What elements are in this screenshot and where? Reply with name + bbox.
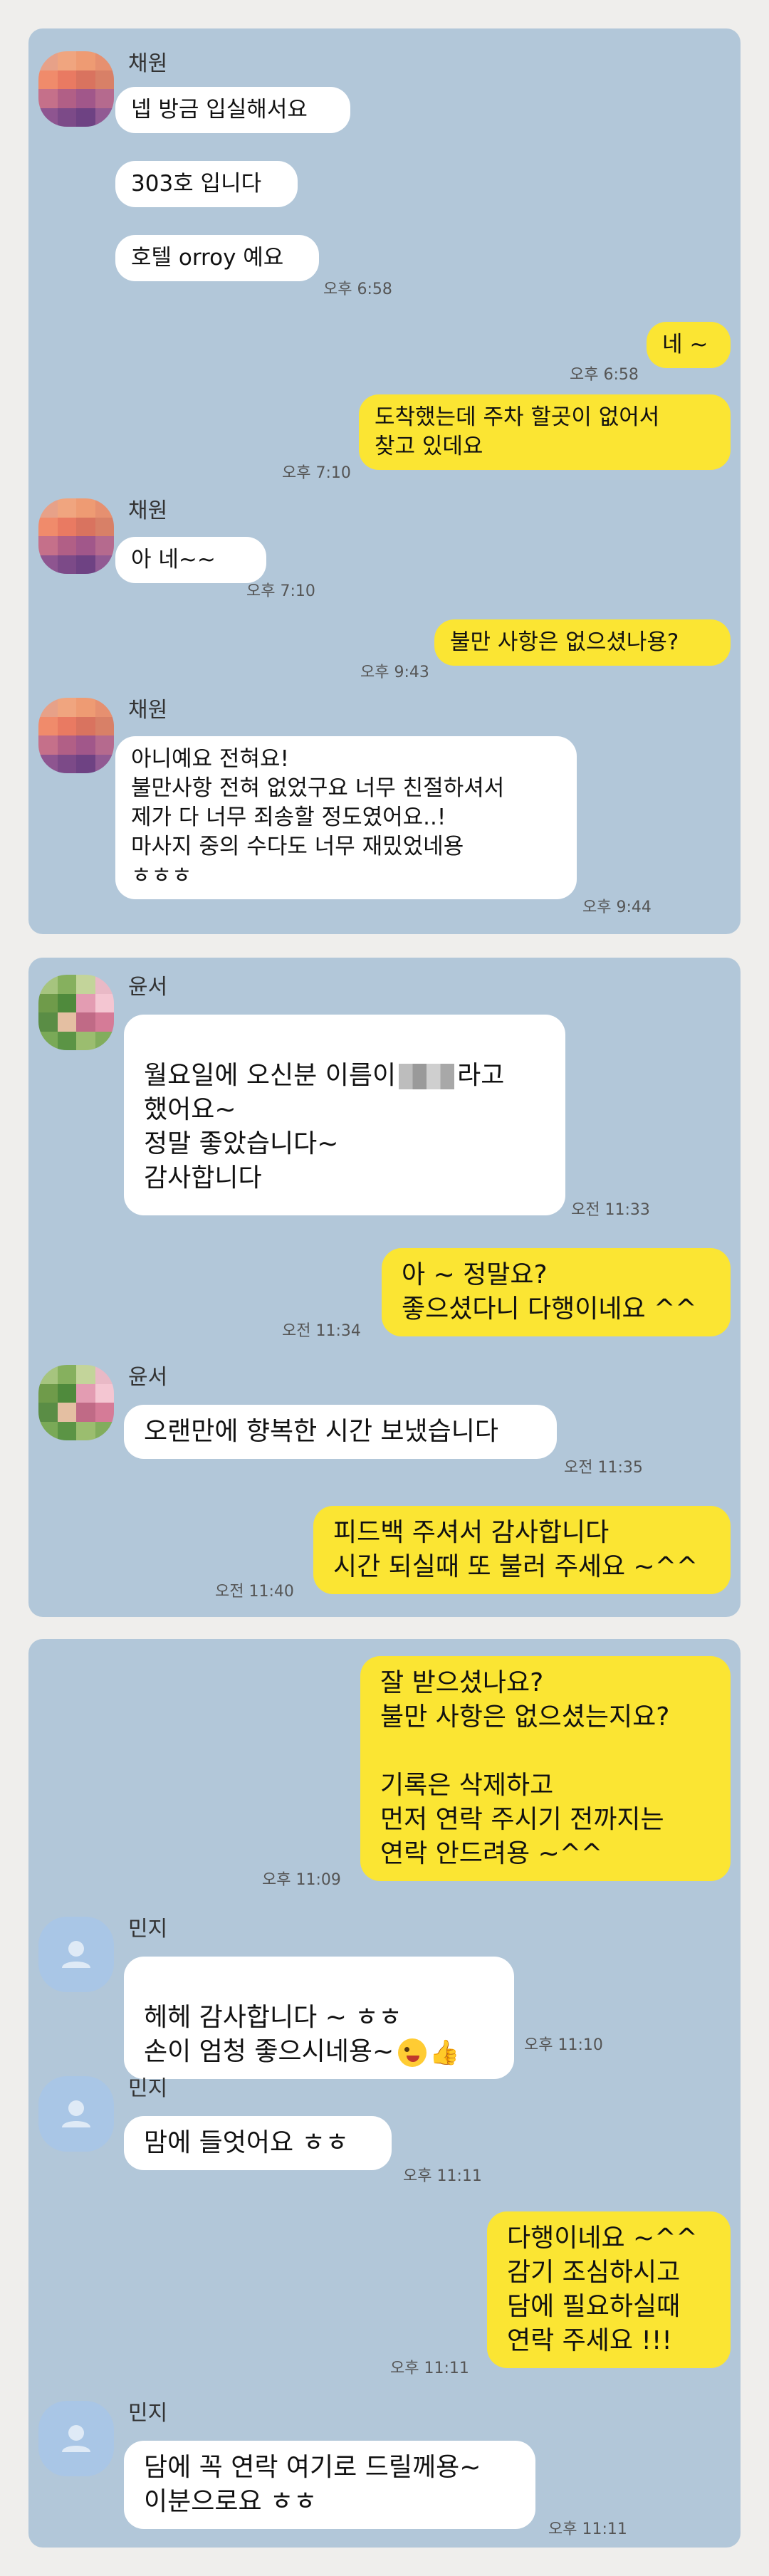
message-bubble[interactable]: 도착했는데 주차 할곳이 없어서 찾고 있데요	[359, 394, 731, 470]
message-time: 오전 11:40	[215, 1583, 294, 1601]
chat-panel-1: 채원 넵 방금 입실해서요 303호 입니다 호텔 orroy 예요 오후 6:…	[28, 28, 741, 934]
sender-name: 윤서	[128, 1365, 168, 1390]
avatar-chaewon[interactable]	[38, 498, 114, 574]
message-text: 월요일에 오신분 이름이	[144, 1061, 397, 1090]
sender-name: 민지	[128, 1917, 168, 1942]
message-time: 오후 11:10	[524, 2036, 603, 2054]
message-bubble[interactable]: 담에 꼭 연락 여기로 드릴께용~ 이분으로요 ㅎㅎ	[124, 2441, 535, 2529]
chat-panel-3: 잘 받으셨나요? 불만 사항은 없으셨는지요? 기록은 삭제하고 먼저 연락 주…	[28, 1639, 741, 2548]
avatar-minji[interactable]	[38, 2076, 114, 2152]
message-text: 넵 방금 입실해서요	[131, 97, 308, 122]
message-time: 오전 11:33	[571, 1201, 650, 1219]
message-bubble[interactable]: 불만 사항은 없으셨나용?	[434, 619, 731, 666]
sender-name: 민지	[128, 2401, 168, 2426]
message-time: 오후 7:10	[246, 582, 315, 600]
default-profile-icon	[62, 2425, 90, 2452]
avatar-chaewon[interactable]	[38, 51, 114, 127]
message-time: 오후 11:11	[390, 2360, 469, 2377]
emoji-group: 👍	[398, 2038, 459, 2067]
message-bubble[interactable]: 맘에 들엇어요 ㅎㅎ	[124, 2116, 392, 2170]
message-time: 오전 11:35	[564, 1459, 643, 1477]
message-text: 아니예요 전혀요! 불만사항 전혀 없었구요 너무 친절하셔서 제가 다 너무 …	[131, 746, 505, 889]
message-text: 피드백 주셔서 감사합니다 시간 되실때 또 불러 주세요 ~^^	[333, 1518, 699, 1581]
default-profile-icon	[62, 1941, 90, 1968]
avatar-yunseo[interactable]	[38, 1365, 114, 1440]
sender-name: 채원	[128, 698, 168, 723]
message-bubble[interactable]: 네 ~	[647, 322, 731, 368]
message-bubble[interactable]: 월요일에 오신분 이름이 라고 했어요~ 정말 좋았습니다~ 감사합니다	[124, 1015, 565, 1215]
message-text: 헤헤 감사합니다 ~ ㅎㅎ 손이 엄청 좋으시네용~	[144, 2003, 402, 2066]
message-bubble[interactable]: 오랜만에 향복한 시간 보냈습니다	[124, 1405, 557, 1459]
message-bubble[interactable]: 헤헤 감사합니다 ~ ㅎㅎ 손이 엄청 좋으시네용~ 👍	[124, 1957, 514, 2079]
message-text: 잘 받으셨나요? 불만 사항은 없으셨는지요? 기록은 삭제하고 먼저 연락 주…	[380, 1668, 670, 1868]
sender-name: 민지	[128, 2076, 168, 2101]
winking-face-icon	[398, 2038, 427, 2067]
default-profile-icon	[62, 2100, 90, 2127]
message-bubble[interactable]: 다행이네요 ~^^ 감기 조심하시고 담에 필요하실때 연락 주세요 !!!	[487, 2211, 731, 2368]
message-text: 다행이네요 ~^^ 감기 조심하시고 담에 필요하실때 연락 주세요 !!!	[507, 2224, 698, 2355]
avatar-minji[interactable]	[38, 2401, 114, 2476]
message-text: 아 ~ 정말요? 좋으셨다니 다행이네요 ^^	[402, 1260, 697, 1324]
message-text: 호텔 orroy 예요	[131, 245, 284, 271]
message-time: 오후 11:11	[403, 2167, 482, 2185]
message-bubble[interactable]: 잘 받으셨나요? 불만 사항은 없으셨는지요? 기록은 삭제하고 먼저 연락 주…	[360, 1656, 731, 1881]
message-bubble[interactable]: 아니예요 전혀요! 불만사항 전혀 없었구요 너무 친절하셔서 제가 다 너무 …	[115, 736, 577, 899]
blurred-name	[399, 1064, 455, 1089]
message-bubble[interactable]: 호텔 orroy 예요	[115, 235, 319, 281]
message-time: 오전 11:34	[282, 1322, 361, 1340]
message-bubble[interactable]: 아 ~ 정말요? 좋으셨다니 다행이네요 ^^	[382, 1248, 731, 1336]
message-time: 오후 9:43	[360, 664, 429, 681]
thumbs-up-icon: 👍	[429, 2038, 460, 2067]
message-bubble[interactable]: 넵 방금 입실해서요	[115, 87, 350, 133]
message-time: 오후 11:09	[262, 1871, 341, 1889]
message-time: 오후 6:58	[570, 366, 639, 384]
sender-name: 채원	[128, 51, 168, 76]
message-text: 아 네~~	[131, 547, 216, 572]
message-time: 오후 11:11	[548, 2520, 627, 2538]
avatar-chaewon[interactable]	[38, 698, 114, 773]
message-text: 오랜만에 향복한 시간 보냈습니다	[144, 1417, 499, 1446]
message-bubble[interactable]: 아 네~~	[115, 537, 266, 583]
sender-name: 채원	[128, 498, 168, 523]
message-bubble[interactable]: 피드백 주셔서 감사합니다 시간 되실때 또 불러 주세요 ~^^	[313, 1506, 731, 1594]
message-bubble[interactable]: 303호 입니다	[115, 161, 298, 207]
message-text: 303호 입니다	[131, 171, 262, 197]
message-time: 오후 7:10	[282, 464, 351, 482]
chat-panel-2: 윤서 월요일에 오신분 이름이 라고 했어요~ 정말 좋았습니다~ 감사합니다 오…	[28, 958, 741, 1617]
message-text: 네 ~	[662, 332, 708, 357]
message-time: 오후 6:58	[323, 281, 392, 298]
avatar-yunseo[interactable]	[38, 975, 114, 1050]
avatar-minji[interactable]	[38, 1917, 114, 1992]
sender-name: 윤서	[128, 975, 168, 1000]
message-text: 담에 꼭 연락 여기로 드릴께용~ 이분으로요 ㅎㅎ	[144, 2453, 481, 2516]
message-time: 오후 9:44	[582, 899, 652, 916]
message-text: 불만 사항은 없으셨나용?	[450, 629, 679, 655]
message-text: 맘에 들엇어요 ㅎㅎ	[144, 2128, 349, 2157]
message-text: 도착했는데 주차 할곳이 없어서 찾고 있데요	[375, 404, 660, 459]
